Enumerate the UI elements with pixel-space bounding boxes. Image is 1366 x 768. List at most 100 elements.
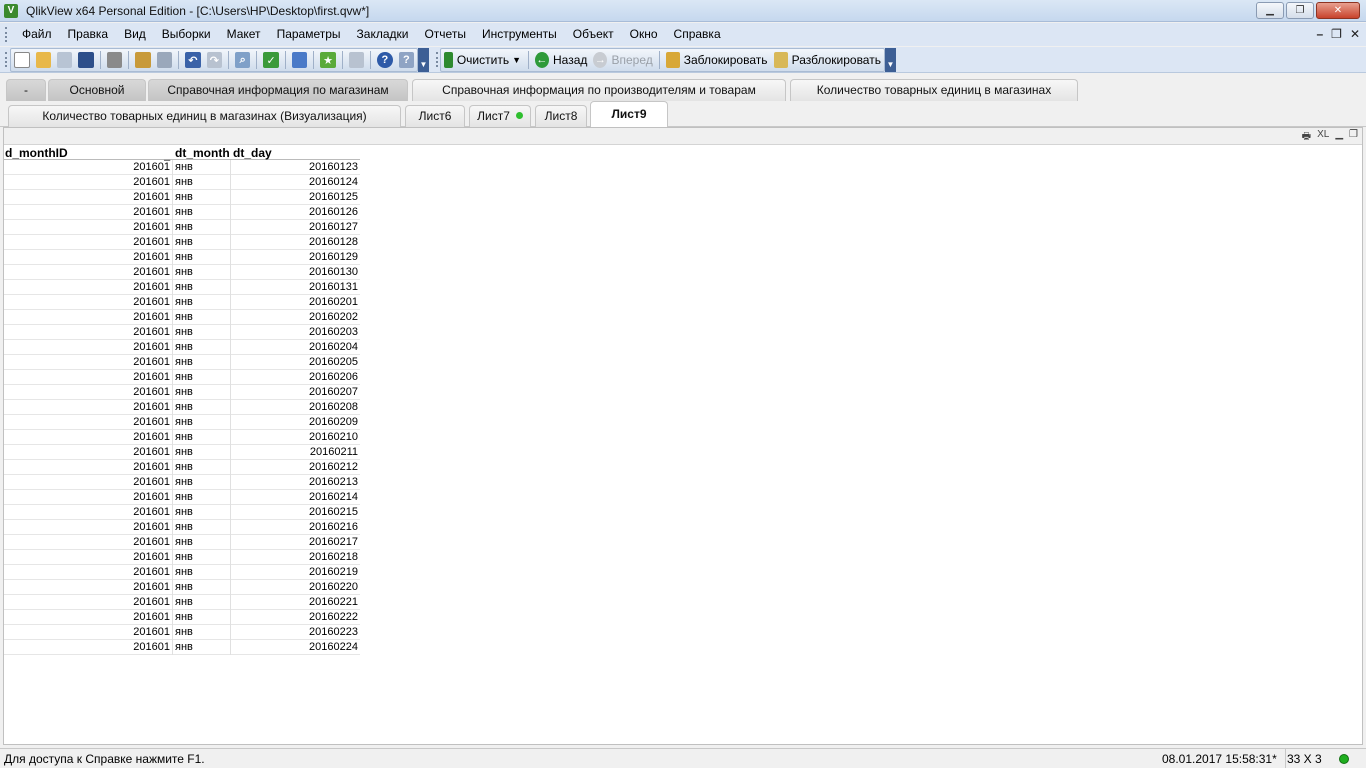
redo-icon[interactable]: ↷ [206, 52, 223, 68]
doc-close-icon[interactable]: ✕ [1350, 23, 1360, 46]
table-cell-dt-month[interactable]: янв [173, 535, 231, 550]
table-row[interactable]: 201601 янв 20160212 [4, 460, 360, 475]
qlikview-app-icon[interactable]: V [4, 3, 18, 18]
table-cell-dt-month[interactable]: янв [173, 625, 231, 640]
table-cell-dt-month[interactable]: янв [173, 640, 231, 655]
table-row[interactable]: 201601 янв 20160127 [4, 220, 360, 235]
lock-icon[interactable] [665, 52, 680, 68]
table-cell-dt-day[interactable]: 20160211 [231, 445, 360, 460]
table-row[interactable]: 201601 янв 20160218 [4, 550, 360, 565]
table-cell-d-monthid[interactable]: 201601 [4, 295, 173, 310]
table-row[interactable]: 201601 янв 20160219 [4, 565, 360, 580]
table-cell-dt-month[interactable]: янв [173, 190, 231, 205]
table-row[interactable]: 201601 янв 20160210 [4, 430, 360, 445]
table-row[interactable]: 201601 янв 20160211 [4, 445, 360, 460]
table-cell-dt-day[interactable]: 20160201 [231, 295, 360, 310]
table-cell-d-monthid[interactable]: 201601 [4, 445, 173, 460]
table-cell-dt-day[interactable]: 20160205 [231, 355, 360, 370]
new-chart-icon[interactable] [291, 52, 308, 68]
table-cell-dt-day[interactable]: 20160213 [231, 475, 360, 490]
table-cell-dt-day[interactable]: 20160126 [231, 205, 360, 220]
tab-store-units-visualization[interactable]: Количество товарных единиц в магазинах (… [8, 105, 401, 127]
table-row[interactable]: 201601 янв 20160129 [4, 250, 360, 265]
table-cell-dt-month[interactable]: янв [173, 430, 231, 445]
menu-window[interactable]: Окно [622, 23, 666, 46]
table-cell-dt-day[interactable]: 20160223 [231, 625, 360, 640]
table-cell-d-monthid[interactable]: 201601 [4, 490, 173, 505]
table-cell-dt-day[interactable]: 20160217 [231, 535, 360, 550]
table-row[interactable]: 201601 янв 20160204 [4, 340, 360, 355]
table-cell-dt-month[interactable]: янв [173, 310, 231, 325]
table-cell-dt-month[interactable]: янв [173, 295, 231, 310]
table-cell-dt-month[interactable]: янв [173, 250, 231, 265]
table-row[interactable]: 201601 янв 20160128 [4, 235, 360, 250]
table-cell-d-monthid[interactable]: 201601 [4, 310, 173, 325]
table-cell-d-monthid[interactable]: 201601 [4, 475, 173, 490]
table-cell-dt-day[interactable]: 20160127 [231, 220, 360, 235]
tab-sheet8[interactable]: Лист8 [535, 105, 587, 127]
table-row[interactable]: 201601 янв 20160131 [4, 280, 360, 295]
table-cell-dt-day[interactable]: 20160207 [231, 385, 360, 400]
table-cell-d-monthid[interactable]: 201601 [4, 580, 173, 595]
doc-restore-icon[interactable]: ❐ [1331, 23, 1342, 46]
menu-layout[interactable]: Макет [219, 23, 269, 46]
restore-window-button[interactable]: ❐ [1286, 2, 1314, 19]
table-cell-dt-day[interactable]: 20160128 [231, 235, 360, 250]
table-row[interactable]: 201601 янв 20160215 [4, 505, 360, 520]
table-cell-d-monthid[interactable]: 201601 [4, 235, 173, 250]
table-cell-dt-month[interactable]: янв [173, 610, 231, 625]
unlock-icon[interactable] [773, 52, 788, 68]
tab-sheet7[interactable]: Лист7 [469, 105, 531, 127]
undo-icon[interactable]: ↶ [185, 52, 201, 68]
toolbar-overflow-icon[interactable]: ▼ [885, 48, 896, 72]
table-cell-d-monthid[interactable]: 201601 [4, 625, 173, 640]
table-cell-dt-month[interactable]: янв [173, 520, 231, 535]
lock-button[interactable]: Заблокировать [684, 53, 768, 67]
column-header-dt-month[interactable]: dt_month [175, 146, 230, 160]
table-row[interactable]: 201601 янв 20160220 [4, 580, 360, 595]
menu-edit[interactable]: Правка [60, 23, 117, 46]
table-row[interactable]: 201601 янв 20160123 [4, 160, 360, 175]
table-cell-dt-day[interactable]: 20160208 [231, 400, 360, 415]
table-cell-d-monthid[interactable]: 201601 [4, 175, 173, 190]
open-folder-icon[interactable] [35, 52, 51, 68]
table-cell-dt-day[interactable]: 20160203 [231, 325, 360, 340]
table-row[interactable]: 201601 янв 20160223 [4, 625, 360, 640]
table-row[interactable]: 201601 янв 20160126 [4, 205, 360, 220]
table-cell-d-monthid[interactable]: 201601 [4, 370, 173, 385]
table-cell-dt-month[interactable]: янв [173, 325, 231, 340]
table-cell-dt-day[interactable]: 20160210 [231, 430, 360, 445]
save-icon[interactable] [78, 52, 94, 68]
table-row[interactable]: 201601 янв 20160203 [4, 325, 360, 340]
table-row[interactable]: 201601 янв 20160206 [4, 370, 360, 385]
table-cell-dt-day[interactable]: 20160204 [231, 340, 360, 355]
table-cell-dt-day[interactable]: 20160209 [231, 415, 360, 430]
table-cell-dt-day[interactable]: 20160219 [231, 565, 360, 580]
tab-manufacturer-reference[interactable]: Справочная информация по производителям … [412, 79, 786, 101]
xl-icon[interactable]: XL [1317, 129, 1329, 146]
table-cell-d-monthid[interactable]: 201601 [4, 595, 173, 610]
menu-settings[interactable]: Параметры [269, 23, 349, 46]
restore-icon[interactable]: ❐ [1349, 129, 1358, 146]
column-header-dt-day[interactable]: dt_day [233, 146, 272, 160]
table-cell-dt-month[interactable]: янв [173, 265, 231, 280]
table-cell-dt-day[interactable]: 20160220 [231, 580, 360, 595]
table-cell-dt-day[interactable]: 20160215 [231, 505, 360, 520]
table-row[interactable]: 201601 янв 20160209 [4, 415, 360, 430]
table-cell-dt-month[interactable]: янв [173, 565, 231, 580]
back-icon[interactable]: ← [534, 52, 549, 68]
table-cell-dt-month[interactable]: янв [173, 550, 231, 565]
table-row[interactable]: 201601 янв 20160224 [4, 640, 360, 655]
table-cell-d-monthid[interactable]: 201601 [4, 400, 173, 415]
table-cell-d-monthid[interactable]: 201601 [4, 220, 173, 235]
toolbar-overflow-icon[interactable]: ▼ [418, 48, 429, 72]
tab-sheet6[interactable]: Лист6 [405, 105, 465, 127]
tab-main[interactable]: Основной [48, 79, 146, 101]
menu-help[interactable]: Справка [666, 23, 729, 46]
table-row[interactable]: 201601 янв 20160217 [4, 535, 360, 550]
column-header-d-monthid[interactable]: d_monthID [5, 146, 68, 160]
table-cell-dt-month[interactable]: янв [173, 595, 231, 610]
table-row[interactable]: 201601 янв 20160130 [4, 265, 360, 280]
print-icon[interactable] [106, 52, 123, 68]
table-cell-dt-month[interactable]: янв [173, 505, 231, 520]
